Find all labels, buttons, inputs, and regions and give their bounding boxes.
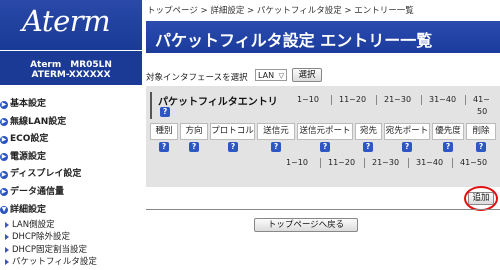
sidebar: Aterm Aterm MR05LN ATERM-XXXXXX ▶ 基本設定 ▶…	[0, 0, 142, 270]
column-header-priority: 優先度	[432, 123, 464, 140]
range-link-11-20[interactable]: 11~20	[328, 158, 355, 167]
range-link-11-20[interactable]: 11~20	[339, 95, 366, 104]
select-button[interactable]: 選択	[292, 68, 322, 82]
column-header-delete: 削除	[466, 123, 496, 140]
column-header-protocol: プロトコル	[210, 123, 255, 140]
range-link-41-50-tail[interactable]: 50	[477, 107, 487, 116]
interface-select[interactable]: LAN ▽	[255, 69, 287, 81]
model-name: Aterm MR05LN	[30, 60, 112, 70]
device-id: ATERM-XXXXXX	[31, 70, 111, 80]
sidebar-subitem-lan[interactable]: LAN側設定	[0, 219, 142, 231]
triangle-icon	[5, 234, 9, 241]
sidebar-item-label: 無線LAN設定	[10, 116, 67, 127]
sidebar-subitem-dhcp-fixed[interactable]: DHCP固定割当設定	[0, 244, 142, 256]
range-separator	[465, 95, 466, 105]
highlight-circle	[464, 186, 498, 211]
column-header-destination: 宛先	[355, 123, 382, 140]
sidebar-subitem-packet-filter[interactable]: パケットフィルタ設定	[0, 256, 142, 268]
range-link-31-40[interactable]: 31~40	[429, 95, 456, 104]
range-separator	[331, 95, 332, 105]
column-header-source: 送信元	[257, 123, 295, 140]
range-separator	[364, 158, 365, 168]
help-icon[interactable]: ?	[443, 142, 453, 152]
title-bar: パケットフィルタ設定 エントリー一覧	[146, 21, 500, 53]
bullet-arrow-icon: ▶	[0, 118, 8, 127]
sidebar-item-label: 詳細設定	[10, 204, 47, 215]
chevron-down-icon: ▽	[278, 72, 284, 80]
sidebar-item-data-usage[interactable]: ▶ データ通信量	[0, 184, 142, 202]
help-icon[interactable]: ?	[189, 142, 199, 152]
column-header-source-port: 送信元ポート	[297, 123, 353, 140]
bullet-arrow-icon: ▶	[0, 135, 8, 144]
sidebar-item-label: ディスプレイ設定	[10, 169, 82, 180]
triangle-icon	[5, 246, 9, 253]
triangle-icon	[5, 222, 9, 229]
help-icon[interactable]: ?	[320, 142, 330, 152]
help-icon[interactable]: ?	[160, 107, 170, 117]
bullet-arrow-icon: ▶	[0, 170, 8, 179]
sidebar-item-display[interactable]: ▶ ディスプレイ設定	[0, 166, 142, 184]
range-separator	[421, 95, 422, 105]
column-header-direction: 方向	[180, 123, 208, 140]
logo-text: Aterm	[22, 4, 111, 38]
range-separator	[408, 158, 409, 168]
range-link-21-30[interactable]: 21~30	[372, 158, 399, 167]
sidebar-item-wlan[interactable]: ▶ 無線LAN設定	[0, 114, 142, 132]
sidebar-item-label: データ通信量	[10, 186, 65, 197]
sidebar-nav: ▶ 基本設定 ▶ 無線LAN設定 ▶ ECO設定 ▶ 電源設定 ▶ ディスプレイ…	[0, 96, 142, 268]
range-separator	[452, 158, 453, 168]
bullet-arrow-icon: ▶	[0, 153, 8, 162]
interface-selected-value: LAN	[258, 71, 275, 80]
filter-entry-panel: パケットフィルタエントリ ? 1~10 11~20 21~30 31~40 41…	[146, 86, 500, 187]
divider	[146, 209, 500, 210]
sidebar-item-label: ECO設定	[10, 134, 49, 145]
page-title: パケットフィルタ設定 エントリー一覧	[155, 31, 433, 50]
panel-accent-bar	[150, 92, 152, 119]
triangle-icon	[5, 258, 9, 265]
sidebar-subitem-label: DHCP除外設定	[12, 232, 70, 243]
help-icon[interactable]: ?	[476, 142, 486, 152]
column-header-destination-port: 宛先ポート	[384, 123, 430, 140]
range-link-31-40[interactable]: 31~40	[416, 158, 443, 167]
range-link-41-50[interactable]: 41~	[473, 95, 490, 104]
bullet-arrow-icon: ▶	[0, 100, 8, 109]
help-icon[interactable]: ?	[271, 142, 281, 152]
logo: Aterm	[0, 0, 142, 50]
sidebar-subitem-label: LAN側設定	[12, 220, 55, 231]
help-icon[interactable]: ?	[159, 142, 169, 152]
bullet-arrow-icon: ▼	[0, 206, 8, 215]
range-link-1-10[interactable]: 1~10	[286, 158, 308, 167]
sidebar-item-basic[interactable]: ▶ 基本設定	[0, 96, 142, 114]
panel-title: パケットフィルタエントリ	[158, 97, 278, 108]
interface-label: 対象インタフェースを選択	[146, 73, 248, 83]
sidebar-item-advanced[interactable]: ▼ 詳細設定	[0, 202, 142, 220]
help-icon[interactable]: ?	[402, 142, 412, 152]
back-to-top-button[interactable]: トップページへ戻る	[254, 218, 358, 232]
model-info: Aterm MR05LN ATERM-XXXXXX	[0, 51, 142, 85]
range-separator	[320, 158, 321, 168]
sidebar-subitem-label: パケットフィルタ設定	[12, 256, 97, 267]
breadcrumb: トップページ > 詳細設定 > パケットフィルタ設定 > エントリー一覧	[147, 6, 414, 16]
sidebar-item-power[interactable]: ▶ 電源設定	[0, 149, 142, 167]
sidebar-item-eco[interactable]: ▶ ECO設定	[0, 131, 142, 149]
sidebar-subnav: LAN側設定 DHCP除外設定 DHCP固定割当設定 パケットフィルタ設定	[0, 219, 142, 268]
sidebar-item-label: 電源設定	[10, 151, 47, 162]
range-link-41-50[interactable]: 41~50	[460, 158, 487, 167]
range-link-21-30[interactable]: 21~30	[384, 95, 411, 104]
sidebar-subitem-dhcp-exclude[interactable]: DHCP除外設定	[0, 231, 142, 243]
range-link-1-10[interactable]: 1~10	[297, 95, 319, 104]
range-separator	[376, 95, 377, 105]
column-header-type: 種別	[150, 123, 178, 140]
sidebar-item-label: 基本設定	[10, 99, 47, 109]
help-icon[interactable]: ?	[363, 142, 373, 152]
bullet-arrow-icon: ▶	[0, 188, 8, 197]
help-icon[interactable]: ?	[228, 142, 238, 152]
sidebar-subitem-label: DHCP固定割当設定	[12, 244, 87, 255]
main-content: トップページ > 詳細設定 > パケットフィルタ設定 > エントリー一覧 パケッ…	[146, 0, 500, 270]
